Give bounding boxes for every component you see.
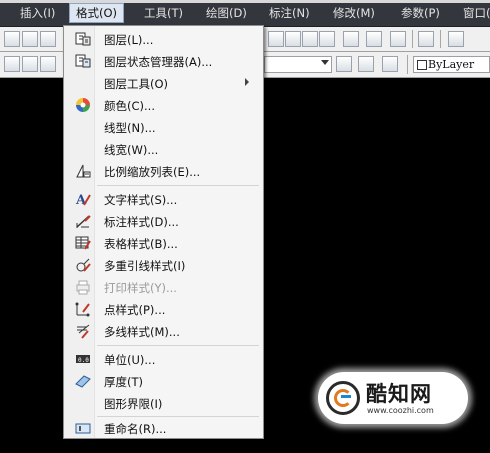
text-style-toolbar-icon[interactable] xyxy=(448,31,464,47)
menu-item-multiline-style[interactable]: 多线样式(M)... xyxy=(66,321,261,342)
menu-item-drawing-limits[interactable]: 图形界限(I) xyxy=(66,393,261,414)
menu-item-label: 比例缩放列表(E)... xyxy=(104,165,201,179)
point-style-icon xyxy=(75,302,90,317)
menu-item-label: 图层(L)... xyxy=(104,33,154,47)
title-strip xyxy=(0,0,490,3)
dimension-style-icon xyxy=(76,215,91,228)
menu-item-multileader-style[interactable]: 多重引线样式(I) xyxy=(66,255,261,276)
color-swatch xyxy=(417,60,427,70)
tool-palette-icon[interactable] xyxy=(302,31,318,47)
menu-insert[interactable]: 插入(I) xyxy=(14,4,61,22)
svg-text:0.0: 0.0 xyxy=(78,357,89,364)
toolbar-separator xyxy=(407,55,408,74)
menu-item-label: 图层工具(O) xyxy=(104,77,169,91)
menu-item-label: 表格样式(B)... xyxy=(104,237,178,251)
paste-icon[interactable] xyxy=(40,31,56,47)
menu-item-label: 点样式(P)... xyxy=(104,303,166,317)
menu-item-layer-tools[interactable]: 图层工具(O) xyxy=(66,73,261,94)
menu-modify[interactable]: 修改(M) xyxy=(327,4,381,22)
layer-combo[interactable] xyxy=(264,56,332,73)
units-icon: 0.0 xyxy=(76,355,90,364)
menu-item-label: 文字样式(S)... xyxy=(104,193,178,207)
layer-state-icon xyxy=(75,54,91,68)
layer-freeze-icon[interactable] xyxy=(40,56,56,72)
sheet-set-icon[interactable] xyxy=(319,31,335,47)
menu-item-label: 单位(U)... xyxy=(104,353,156,367)
menu-item-layer[interactable]: 图层(L)... xyxy=(66,29,261,50)
properties-icon[interactable] xyxy=(268,31,284,47)
logo-bar xyxy=(341,395,351,398)
rename-icon xyxy=(75,423,91,434)
menu-separator xyxy=(97,185,259,186)
watermark-name: 酷知网 xyxy=(366,382,432,406)
layer-previous-icon[interactable] xyxy=(358,56,374,72)
menu-item-label: 打印样式(Y)... xyxy=(104,281,177,295)
menu-item-label: 图形界限(I) xyxy=(104,397,163,411)
menu-parameter[interactable]: 参数(P) xyxy=(395,4,446,22)
markup-icon[interactable] xyxy=(343,31,359,47)
submenu-arrow-icon xyxy=(245,78,249,86)
menu-item-thickness[interactable]: 厚度(T) xyxy=(66,371,261,392)
watermark-logo: 酷知网 www.coozhi.com xyxy=(318,372,468,424)
multiline-style-icon xyxy=(77,324,90,339)
menu-item-label: 颜色(C)... xyxy=(104,99,155,113)
menu-item-units[interactable]: 0.0 单位(U)... xyxy=(66,349,261,370)
color-control-label: ByLayer xyxy=(428,58,475,71)
layer-icon xyxy=(75,32,91,46)
menu-item-label: 多线样式(M)... xyxy=(104,325,180,339)
menu-item-label: 多重引线样式(I) xyxy=(104,259,186,273)
menu-item-plot-style[interactable]: 打印样式(Y)... xyxy=(66,277,261,298)
menu-window[interactable]: 窗口( xyxy=(457,4,490,22)
menu-item-text-style[interactable]: A 文字样式(S)... xyxy=(66,189,261,210)
menu-bar: 插入(I) 格式(O) 工具(T) 绘图(D) 标注(N) 修改(M) 参数(P… xyxy=(0,0,490,27)
menu-dimension[interactable]: 标注(N) xyxy=(263,4,316,22)
menu-item-lineweight[interactable]: 线宽(W)... xyxy=(66,139,261,160)
color-control-combo[interactable]: ByLayer xyxy=(413,56,490,73)
design-center-icon[interactable] xyxy=(285,31,301,47)
quick-calc-icon[interactable] xyxy=(390,31,406,47)
menu-item-rename[interactable]: 重命名(R)... xyxy=(66,418,261,439)
menu-separator xyxy=(97,345,259,346)
layer-on-icon[interactable] xyxy=(22,56,38,72)
menu-format[interactable]: 格式(O) xyxy=(69,3,125,23)
menu-item-layer-state-manager[interactable]: 图层状态管理器(A)... xyxy=(66,51,261,72)
menu-item-table-style[interactable]: 表格样式(B)... xyxy=(66,233,261,254)
menu-separator xyxy=(97,416,259,417)
menu-item-linetype[interactable]: 线型(N)... xyxy=(66,117,261,138)
scale-list-icon xyxy=(76,164,91,178)
menu-item-label: 重命名(R)... xyxy=(104,422,167,436)
table-style-icon xyxy=(75,236,91,250)
text-style-icon: A xyxy=(75,193,91,207)
layer-states-icon[interactable] xyxy=(382,56,398,72)
menu-item-scale-list[interactable]: 比例缩放列表(E)... xyxy=(66,161,261,182)
menu-item-label: 标注样式(D)... xyxy=(104,215,179,229)
format-menu: 图层(L)... 图层状态管理器(A)... 图层工具(O) 颜色(C)... … xyxy=(63,25,264,439)
toolbar-separator xyxy=(412,30,413,48)
toolbar-separator xyxy=(440,30,441,48)
coozhi-logo-icon xyxy=(326,381,360,415)
plot-style-icon xyxy=(76,280,90,295)
calculator-icon[interactable] xyxy=(366,31,382,47)
menu-item-label: 线型(N)... xyxy=(104,121,156,135)
menu-tools[interactable]: 工具(T) xyxy=(138,4,189,22)
menu-item-label: 线宽(W)... xyxy=(104,143,159,157)
layer-manager-icon[interactable] xyxy=(4,56,20,72)
menu-draw[interactable]: 绘图(D) xyxy=(200,4,253,22)
watermark-url: www.coozhi.com xyxy=(367,406,434,415)
chevron-down-icon xyxy=(321,60,329,65)
menu-item-color[interactable]: 颜色(C)... xyxy=(66,95,261,116)
help-icon[interactable] xyxy=(418,31,434,47)
menu-item-point-style[interactable]: 点样式(P)... xyxy=(66,299,261,320)
logo-arc xyxy=(334,389,352,407)
menu-item-dimension-style[interactable]: 标注样式(D)... xyxy=(66,211,261,232)
menu-item-label: 厚度(T) xyxy=(104,375,143,389)
color-wheel-icon xyxy=(76,98,90,112)
multileader-style-icon xyxy=(76,258,91,272)
thickness-icon xyxy=(75,375,91,388)
make-current-icon[interactable] xyxy=(336,56,352,72)
new-icon[interactable] xyxy=(4,31,20,47)
copy-icon[interactable] xyxy=(22,31,38,47)
menu-item-label: 图层状态管理器(A)... xyxy=(104,55,213,69)
